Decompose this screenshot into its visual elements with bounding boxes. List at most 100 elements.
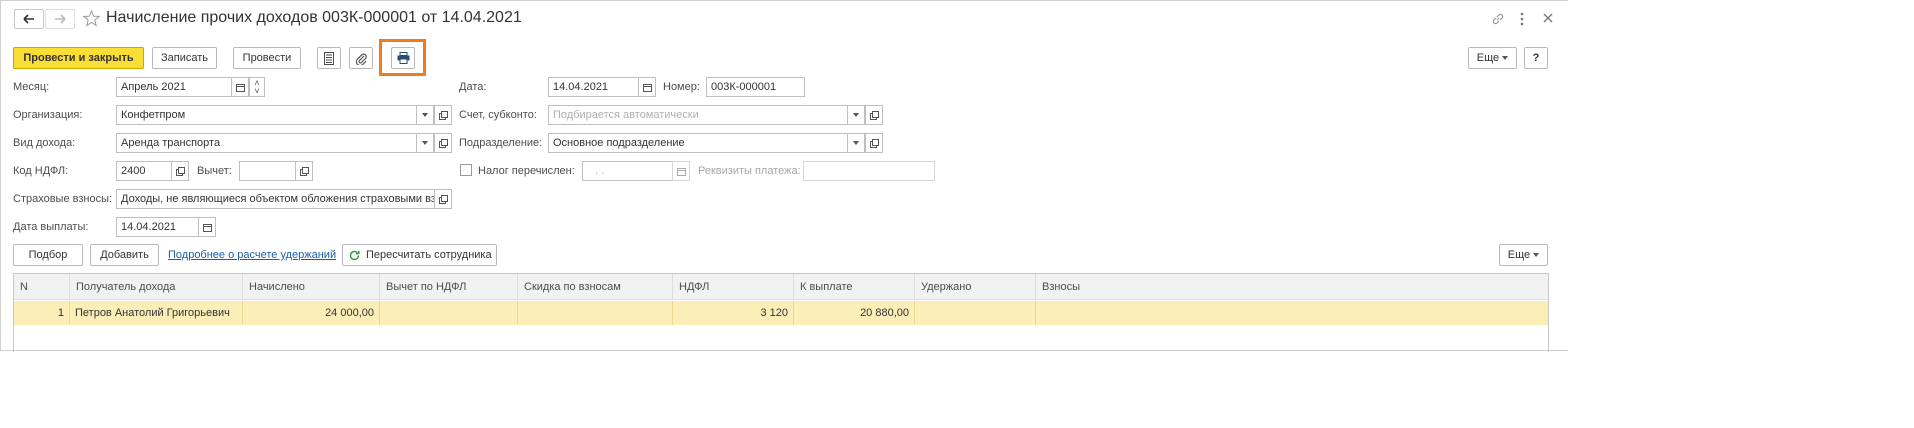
cell-withheld[interactable] xyxy=(915,301,1036,325)
deduction-field[interactable] xyxy=(239,161,296,181)
month-calendar-button[interactable] xyxy=(231,77,249,97)
income-type-dropdown[interactable] xyxy=(416,133,434,153)
date-calendar-button[interactable] xyxy=(638,77,656,97)
column-header-withheld[interactable]: Удержано xyxy=(915,274,1036,300)
tax-paid-date-field[interactable]: . . xyxy=(582,161,673,181)
month-field[interactable]: Апрель 2021 xyxy=(116,77,232,97)
favorite-star-icon[interactable] xyxy=(82,9,101,30)
organization-open-button[interactable] xyxy=(434,105,452,125)
organization-field[interactable]: Конфетпром xyxy=(116,105,417,125)
column-header-ndfl[interactable]: НДФЛ xyxy=(673,274,794,300)
table-row[interactable]: 1 Петров Анатолий Григорьевич 24 000,00 … xyxy=(14,301,1548,325)
account-label: Счет, субконто: xyxy=(459,109,537,121)
column-header-deduction[interactable]: Вычет по НДФЛ xyxy=(380,274,518,300)
insurance-field[interactable]: Доходы, не являющиеся объектом обложения… xyxy=(116,189,435,209)
organization-label: Организация: xyxy=(13,109,83,121)
back-button[interactable] xyxy=(14,9,44,29)
details-link[interactable]: Подробнее о расчете удержаний xyxy=(168,249,336,261)
link-icon[interactable] xyxy=(1491,12,1505,29)
open-icon xyxy=(438,194,448,204)
more-button[interactable]: Еще xyxy=(1468,47,1517,69)
income-table[interactable]: N Получатель дохода Начислено Вычет по Н… xyxy=(13,273,1549,352)
report-button[interactable] xyxy=(317,47,341,69)
deduction-label: Вычет: xyxy=(197,165,232,177)
post-and-close-button[interactable]: Провести и закрыть xyxy=(13,47,144,69)
select-button[interactable]: Подбор xyxy=(13,244,83,266)
forward-button[interactable] xyxy=(45,9,75,29)
department-field[interactable]: Основное подразделение xyxy=(548,133,848,153)
account-placeholder: Подбирается автоматически xyxy=(553,109,699,121)
tax-paid-label: Налог перечислен: xyxy=(478,165,575,177)
account-field[interactable]: Подбирается автоматически xyxy=(548,105,848,125)
number-field[interactable]: 003К-000001 xyxy=(706,77,805,97)
save-button[interactable]: Записать xyxy=(152,47,217,69)
pay-date-field[interactable]: 14.04.2021 xyxy=(116,217,199,237)
table-header: N Получатель дохода Начислено Вычет по Н… xyxy=(14,274,1548,300)
post-button[interactable]: Провести xyxy=(233,47,301,69)
income-type-open-button[interactable] xyxy=(434,133,452,153)
cell-discount[interactable] xyxy=(518,301,673,325)
pay-date-calendar-button[interactable] xyxy=(198,217,216,237)
table-more-button[interactable]: Еще xyxy=(1499,244,1548,266)
chevron-down-icon xyxy=(853,113,859,117)
department-open-button[interactable] xyxy=(865,133,883,153)
tax-paid-calendar-button[interactable] xyxy=(672,161,690,181)
calendar-icon xyxy=(676,167,686,176)
help-button[interactable]: ? xyxy=(1524,47,1548,69)
tax-paid-checkbox[interactable] xyxy=(460,164,472,176)
account-dropdown[interactable] xyxy=(847,105,865,125)
department-dropdown[interactable] xyxy=(847,133,865,153)
cell-n[interactable]: 1 xyxy=(14,301,70,325)
column-header-to-pay[interactable]: К выплате xyxy=(794,274,915,300)
arrow-right-icon xyxy=(55,14,66,24)
income-type-field[interactable]: Аренда транспорта xyxy=(116,133,417,153)
column-header-discount[interactable]: Скидка по взносам xyxy=(518,274,673,300)
ndfl-code-label: Код НДФЛ: xyxy=(13,165,69,177)
page-title: Начисление прочих доходов 003К-000001 от… xyxy=(106,9,522,26)
payment-details-field[interactable] xyxy=(803,161,935,181)
add-button[interactable]: Добавить xyxy=(90,244,159,266)
pay-date-label: Дата выплаты: xyxy=(13,221,89,233)
column-header-n[interactable]: N xyxy=(14,274,70,300)
stepper-down-icon[interactable]: ˅ xyxy=(254,87,259,96)
ndfl-code-field[interactable]: 2400 xyxy=(116,161,172,181)
insurance-label: Страховые взносы: xyxy=(13,193,113,205)
more-label: Еще xyxy=(1476,52,1500,64)
column-header-recipient[interactable]: Получатель дохода xyxy=(70,274,243,300)
deduction-open-button[interactable] xyxy=(295,161,313,181)
attach-button[interactable] xyxy=(349,47,373,69)
column-header-accrued[interactable]: Начислено xyxy=(243,274,380,300)
chevron-down-icon xyxy=(422,113,428,117)
open-icon xyxy=(438,138,448,148)
organization-dropdown[interactable] xyxy=(416,105,434,125)
close-icon[interactable] xyxy=(1542,12,1554,27)
table-more-label: Еще xyxy=(1507,249,1531,261)
insurance-open-button[interactable] xyxy=(434,189,452,209)
number-label: Номер: xyxy=(663,81,700,93)
more-vertical-icon[interactable] xyxy=(1519,12,1525,29)
print-highlight-frame xyxy=(379,39,426,76)
chevron-down-icon xyxy=(422,141,428,145)
column-header-contributions[interactable]: Взносы xyxy=(1036,274,1548,300)
month-stepper[interactable]: ˄ ˅ xyxy=(249,77,265,97)
date-field[interactable]: 14.04.2021 xyxy=(548,77,640,97)
cell-ndfl[interactable]: 3 120 xyxy=(673,301,794,325)
ndfl-code-open-button[interactable] xyxy=(171,161,189,181)
cell-deduction[interactable] xyxy=(380,301,518,325)
month-label: Месяц: xyxy=(13,81,50,93)
cell-accrued[interactable]: 24 000,00 xyxy=(243,301,380,325)
date-label: Дата: xyxy=(459,81,487,93)
account-open-button[interactable] xyxy=(865,105,883,125)
arrow-left-icon xyxy=(23,14,34,24)
income-type-label: Вид дохода: xyxy=(13,137,76,149)
recalculate-button[interactable]: Пересчитать сотрудника xyxy=(342,244,497,266)
chevron-down-icon xyxy=(853,141,859,145)
open-icon xyxy=(869,110,879,120)
paperclip-icon xyxy=(355,53,367,65)
chevron-down-icon xyxy=(1533,253,1540,257)
cell-contributions[interactable] xyxy=(1036,301,1548,325)
cell-recipient[interactable]: Петров Анатолий Григорьевич xyxy=(70,301,243,325)
calendar-icon xyxy=(202,223,212,232)
cell-to-pay[interactable]: 20 880,00 xyxy=(794,301,915,325)
calendar-icon xyxy=(235,83,245,92)
